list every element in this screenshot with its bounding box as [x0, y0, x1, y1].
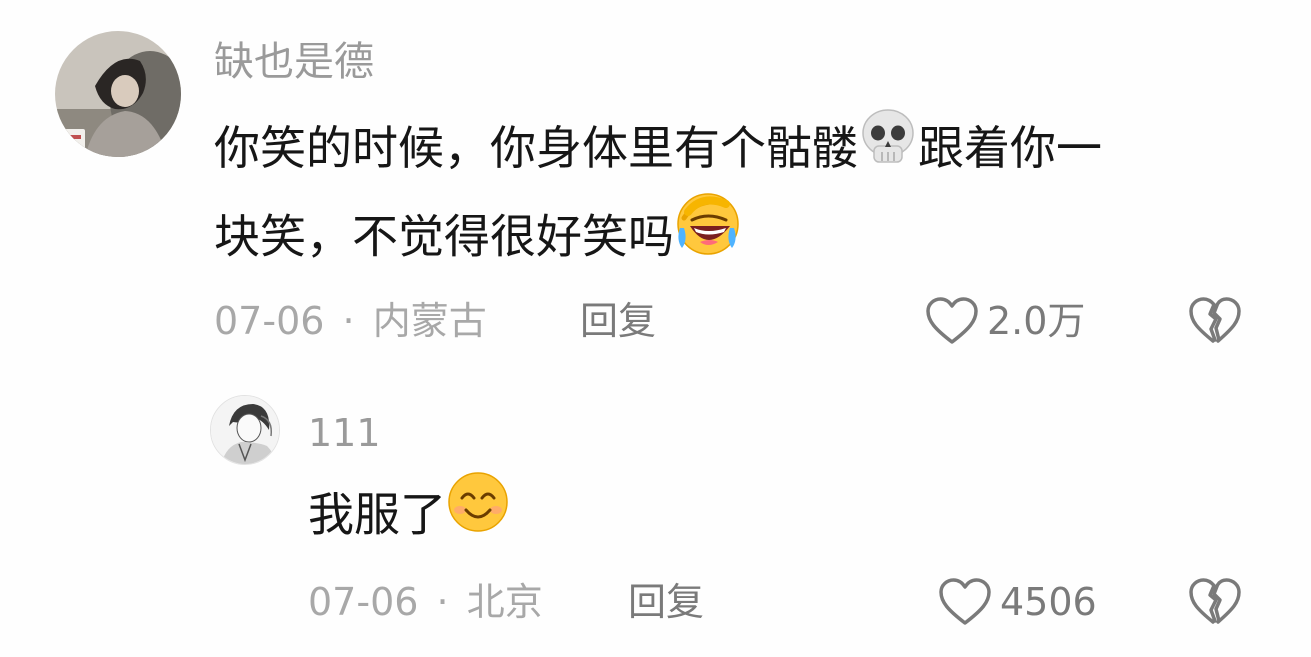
reply-button[interactable]: 回复 [628, 583, 704, 621]
dislike-button[interactable] [1188, 577, 1242, 627]
heart-outline-icon [926, 297, 978, 344]
reply-date: 07-06 [308, 580, 419, 624]
comment-thread: 缺也是德 你笑的时候，你身体里有个骷髅 跟着你一 块笑，不觉得很好笑吗 07-0… [0, 0, 1311, 657]
smiling-face-icon [446, 470, 510, 558]
reply-button[interactable]: 回复 [580, 302, 656, 340]
user-photo-icon [211, 396, 279, 464]
like-count: 2.0万 [987, 299, 1086, 343]
avatar[interactable] [210, 395, 280, 465]
rofl-icon [674, 190, 742, 282]
avatar[interactable] [55, 31, 181, 157]
comment-item: 缺也是德 你笑的时候，你身体里有个骷髅 跟着你一 块笑，不觉得很好笑吗 07-0… [0, 0, 1311, 370]
comment-meta: 07-06 · 内蒙古 [214, 302, 487, 340]
dislike-button[interactable] [1188, 296, 1242, 346]
broken-heart-icon [1189, 297, 1241, 343]
comment-text: 你笑的时候，你身体里有个骷髅 跟着你一块笑，不觉得很好笑吗 [214, 108, 1234, 286]
comment-date: 07-06 [214, 299, 325, 343]
reply-item: 111 我服了 07-06 · 北京 回复 4506 [0, 370, 1311, 657]
heart-outline-icon [939, 578, 991, 625]
reply-text-part: 我服了 [308, 487, 446, 542]
reply-meta: 07-06 · 北京 [308, 583, 543, 621]
reply-text: 我服了 [308, 472, 510, 562]
like-count: 4506 [1000, 580, 1097, 624]
username[interactable]: 111 [308, 414, 381, 452]
like-button[interactable]: 4506 [938, 576, 1097, 628]
meta-separator: · [342, 299, 355, 343]
like-button[interactable]: 2.0万 [925, 295, 1085, 347]
username[interactable]: 缺也是德 [214, 42, 374, 82]
skull-icon [858, 106, 918, 190]
broken-heart-icon [1189, 578, 1241, 624]
comment-text-part: 跟着你一 [918, 121, 1102, 175]
comment-text-part: 块笑，不觉得很好笑吗 [214, 209, 674, 263]
meta-separator: · [436, 580, 449, 624]
user-photo-icon [55, 31, 181, 157]
reply-location: 北京 [466, 580, 543, 624]
comment-location: 内蒙古 [372, 299, 487, 343]
comment-text-part: 你笑的时候，你身体里有个骷髅 [214, 121, 858, 175]
